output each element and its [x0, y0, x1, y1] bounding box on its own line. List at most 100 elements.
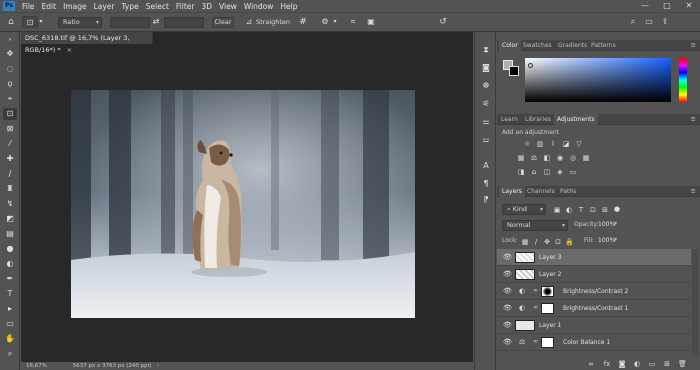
glyphs-panel-icon[interactable]: ⁋ [480, 194, 492, 205]
visibility-eye-icon[interactable]: 👁 [503, 253, 512, 261]
visibility-eye-icon[interactable]: 👁 [503, 304, 512, 312]
marquee-tool-icon[interactable]: ◌ [3, 63, 17, 75]
settings-gear-icon[interactable]: ⚙ [318, 16, 332, 28]
quick-select-tool-icon[interactable]: ⌖ [3, 93, 17, 105]
exposure-adj-icon[interactable]: ◪ [562, 140, 570, 148]
search-icon[interactable]: ⌕ [626, 16, 640, 28]
ratio-select[interactable]: Ratio [58, 16, 102, 28]
info-panel-icon[interactable]: ⚍ [480, 134, 492, 145]
clone-stamp-icon[interactable]: ♜ [3, 183, 17, 195]
rectangle-tool-icon[interactable]: ▭ [3, 318, 17, 330]
trash-icon[interactable]: 🗑 [678, 360, 687, 368]
layers-scrollbar[interactable] [692, 249, 698, 355]
blur-tool-icon[interactable]: ● [3, 243, 17, 255]
panel-menu-icon[interactable]: ≡ [691, 186, 696, 197]
menu-window[interactable]: Window [244, 2, 274, 11]
layer-row[interactable]: 👁 ◐ ∞ Brightness/Contrast 2 [497, 283, 691, 300]
adjust-filter-icon[interactable]: ◐ [565, 206, 573, 214]
clear-button[interactable]: Clear [212, 16, 234, 28]
eraser-tool-icon[interactable]: ◩ [3, 213, 17, 225]
brightness-adj-icon[interactable]: ☼ [523, 140, 531, 148]
photo-filter-adj-icon[interactable]: ◉ [556, 154, 564, 162]
home-icon[interactable]: ⌂ [4, 16, 18, 28]
invert-adj-icon[interactable]: ◨ [517, 168, 525, 176]
adjustment-icon[interactable]: ◐ [633, 360, 641, 368]
lock-pixels-icon[interactable]: ∕ [532, 238, 540, 246]
zoom-tool-icon[interactable]: ⌕ [3, 348, 17, 360]
folder-icon[interactable]: ▭ [648, 360, 656, 368]
delete-cropped-icon[interactable]: ⌗ [346, 16, 360, 28]
link-icon[interactable]: ∞ [587, 360, 595, 368]
mask-icon[interactable]: ◙ [618, 360, 626, 368]
brush-tool-icon[interactable]: ∕ [3, 168, 17, 180]
history-brush-icon[interactable]: ↯ [3, 198, 17, 210]
maximize-button[interactable]: □ [656, 0, 678, 12]
document-tab[interactable]: DSC_6318.tif @ 16,7% (Layer 3, RGB/16*) … [21, 32, 153, 54]
fill-dropdown-icon[interactable]: ▾ [614, 236, 617, 243]
type-tool-icon[interactable]: T [3, 288, 17, 300]
filter-toggle-icon[interactable]: ● [613, 205, 621, 213]
visibility-eye-icon[interactable]: 👁 [503, 287, 512, 295]
curves-adj-icon[interactable]: ⌇ [549, 140, 557, 148]
menu-select[interactable]: Select [146, 2, 169, 11]
properties-panel-icon[interactable]: ⚟ [480, 98, 492, 109]
menu-filter[interactable]: Filter [176, 2, 195, 11]
menu-type[interactable]: Type [122, 2, 139, 11]
history-panel-icon[interactable]: ⧗ [480, 44, 492, 55]
menu-help[interactable]: Help [280, 2, 297, 11]
opacity-value[interactable]: 100% [598, 221, 615, 228]
share-icon[interactable]: ⇪ [658, 16, 672, 28]
hand-tool-icon[interactable]: ✋ [3, 333, 17, 345]
color-lookup-adj-icon[interactable]: ▦ [582, 154, 590, 162]
posterize-adj-icon[interactable]: ⌂ [530, 168, 538, 176]
close-tab-icon[interactable]: × [67, 46, 72, 54]
lock-artboard-icon[interactable]: ⊡ [554, 238, 562, 246]
layer-row[interactable]: 👁 ◐ ∞ Brightness/Contrast 1 [497, 300, 691, 317]
pixel-filter-icon[interactable]: ▣ [553, 206, 561, 214]
color-panel-icon[interactable]: ◙ [480, 62, 492, 73]
straighten-icon[interactable]: ⊿ [242, 16, 256, 28]
new-layer-icon[interactable]: ⊞ [663, 360, 671, 368]
tab-gradients[interactable]: Gradients [558, 40, 587, 51]
tab-swatches[interactable]: Swatches [523, 40, 552, 51]
type-filter-icon[interactable]: T [577, 206, 585, 214]
tab-libraries[interactable]: Libraries [525, 114, 551, 125]
visibility-eye-icon[interactable]: 👁 [503, 321, 512, 329]
threshold-adj-icon[interactable]: ◫ [543, 168, 551, 176]
tab-adjustments[interactable]: Adjustments [554, 114, 598, 125]
color-balance-adj-icon[interactable]: ⚖ [530, 154, 538, 162]
background-color[interactable] [509, 66, 519, 76]
gradient-map-adj-icon[interactable]: ▭ [569, 168, 577, 176]
swap-icon[interactable]: ⇄ [150, 16, 162, 28]
chevron-down-icon[interactable]: ▾ [332, 16, 338, 28]
gradient-tool-icon[interactable]: ▤ [3, 228, 17, 240]
shape-filter-icon[interactable]: ⊡ [589, 206, 597, 214]
lock-transparent-icon[interactable]: ▦ [521, 238, 529, 246]
straighten-label[interactable]: Straighten [256, 16, 290, 28]
reset-icon[interactable]: ↺ [436, 16, 450, 28]
channel-mixer-adj-icon[interactable]: ◎ [569, 154, 577, 162]
menu-file[interactable]: File [22, 2, 35, 11]
tab-learn[interactable]: Learn [501, 114, 518, 125]
panel-menu-icon[interactable]: ≡ [691, 40, 696, 51]
visibility-eye-icon[interactable]: 👁 [503, 270, 512, 278]
tab-layers[interactable]: Layers [499, 186, 525, 197]
smart-filter-icon[interactable]: ⊞ [601, 206, 609, 214]
path-select-icon[interactable]: ▸ [3, 303, 17, 315]
minimize-button[interactable]: — [634, 0, 656, 12]
workspace-icon[interactable]: ▭ [642, 16, 656, 28]
hue-slider[interactable] [679, 58, 687, 102]
black-white-adj-icon[interactable]: ◧ [543, 154, 551, 162]
hue-sat-adj-icon[interactable]: ▦ [517, 154, 525, 162]
lasso-tool-icon[interactable]: ϙ [3, 78, 17, 90]
crop-tool-icon[interactable]: ⊡ [3, 108, 17, 120]
layer-row[interactable]: 👁 ⚖ ∞ Color Balance 1 [497, 334, 691, 351]
collapse-icon[interactable]: » [3, 34, 17, 46]
vibrance-adj-icon[interactable]: ▽ [575, 140, 583, 148]
dodge-tool-icon[interactable]: ◐ [3, 258, 17, 270]
layer-row[interactable]: 👁 Layer 1 [497, 317, 691, 334]
menu-image[interactable]: Image [63, 2, 87, 11]
color-picker-cursor[interactable] [528, 63, 533, 68]
tab-patterns[interactable]: Patterns [591, 40, 616, 51]
healing-brush-icon[interactable]: ✚ [3, 153, 17, 165]
